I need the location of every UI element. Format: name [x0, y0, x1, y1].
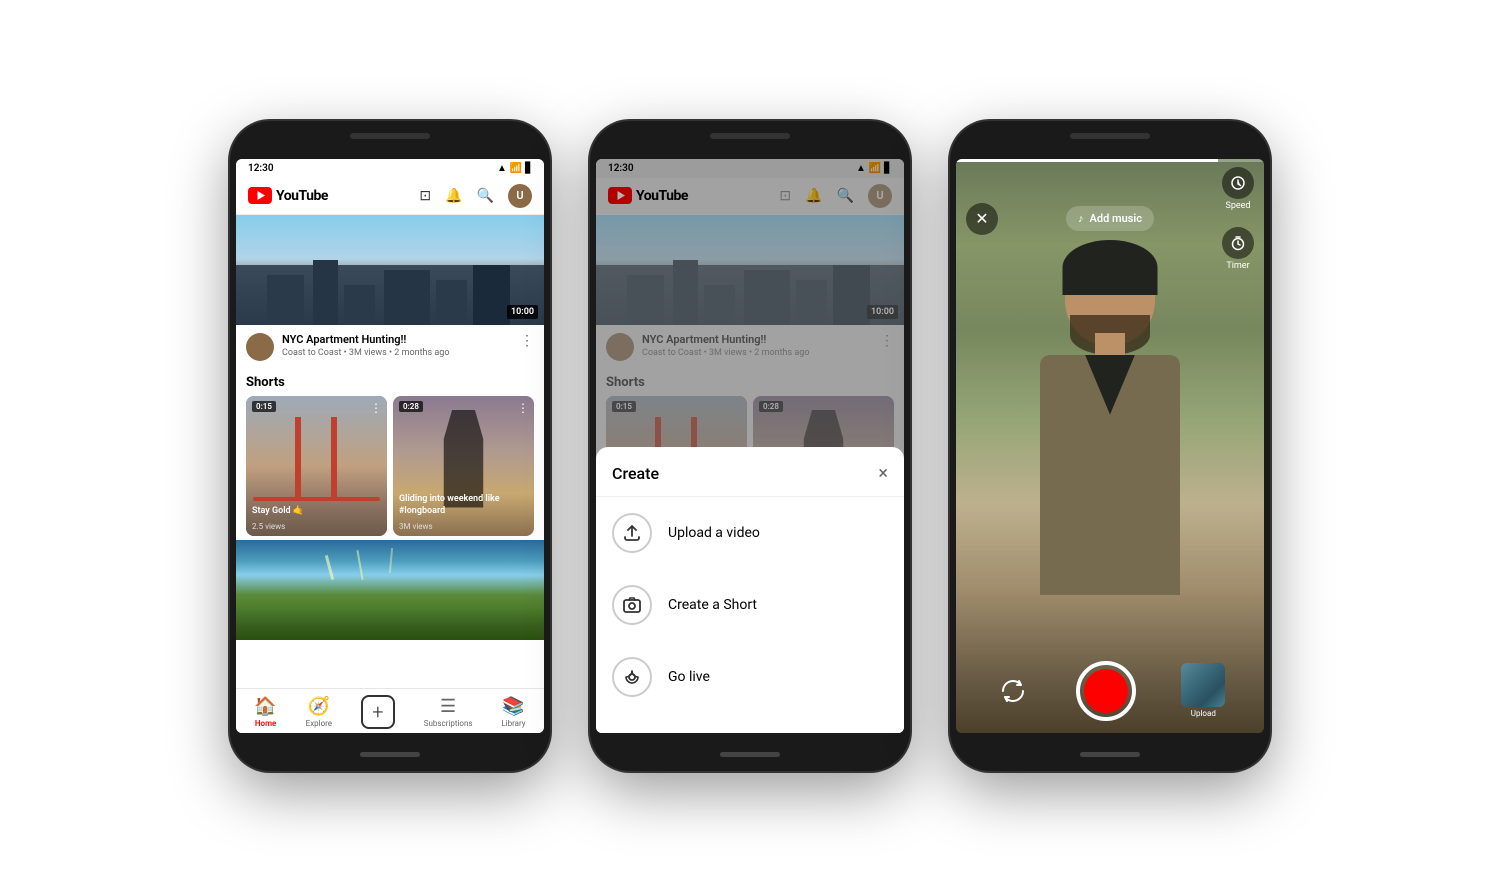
phone-2-screen: 12:30 ▲ 📶 ▋ YouTube: [596, 159, 904, 733]
phone-2-bottom: [720, 752, 780, 757]
video-sub-1: Coast to Coast • 3M views • 2 months ago: [282, 348, 512, 358]
featured-video-thumb-1: 10:00: [236, 215, 544, 325]
nav-explore-label-1: Explore: [306, 719, 332, 728]
modal-short-label: Create a Short: [668, 597, 757, 613]
signal-icon: 📶: [510, 163, 522, 174]
modal-item-short[interactable]: Create a Short: [596, 569, 904, 641]
add-music-label: Add music: [1090, 212, 1142, 225]
camera-right-tools: Speed Timer: [1222, 167, 1254, 271]
upload-label: Upload: [1191, 709, 1216, 718]
short-duration-1a: 0:15: [252, 401, 276, 412]
nav-subscriptions-1[interactable]: ☰ Subscriptions: [424, 696, 473, 728]
more-icon-1[interactable]: ⋮: [520, 333, 534, 349]
library-icon-1: 📚: [502, 696, 524, 717]
speed-tool-group: Speed: [1222, 167, 1254, 211]
subscriptions-icon-1: ☰: [440, 696, 456, 717]
yt-logo-1: YouTube: [248, 187, 328, 204]
shorts-section-1: Shorts 0:15 ⋮ Stay Gold 🤙 2.5 views: [236, 369, 544, 540]
shorts-title-1: Shorts: [246, 375, 534, 390]
camera-bottom-bar: Upload: [956, 661, 1264, 721]
short-label-1a: Stay Gold 🤙: [252, 506, 381, 518]
timer-tool-group: Timer: [1222, 227, 1254, 271]
nav-create-1[interactable]: +: [361, 695, 395, 729]
nav-library-label-1: Library: [501, 719, 525, 728]
record-button[interactable]: [1076, 661, 1136, 721]
shorts-row-1: 0:15 ⋮ Stay Gold 🤙 2.5 views 0:28 ⋮ Glid…: [246, 396, 534, 536]
nav-explore-1[interactable]: 🧭 Explore: [306, 696, 332, 728]
short-duration-1b: 0:28: [399, 401, 423, 412]
phone-1: 12:30 ▲ 📶 ▋ YouTube ⊡ 🔔: [230, 121, 550, 771]
video-info-1: NYC Apartment Hunting!! Coast to Coast •…: [236, 325, 544, 369]
modal-title: Create: [612, 464, 659, 483]
yt-logo-text-1: YouTube: [276, 188, 328, 204]
modal-item-live[interactable]: Go live: [596, 641, 904, 713]
modal-overlay-2: Create × Upload a video: [596, 159, 904, 733]
youtube-logo-icon: [248, 187, 272, 204]
bell-icon-1[interactable]: 🔔: [445, 188, 462, 204]
cast-icon-1[interactable]: ⊡: [419, 188, 431, 204]
short-views-1a: 2.5 views: [252, 522, 285, 531]
explore-icon-1: 🧭: [308, 696, 330, 717]
modal-close-button[interactable]: ×: [878, 463, 888, 484]
nav-library-1[interactable]: 📚 Library: [501, 696, 525, 728]
short-more-1b[interactable]: ⋮: [517, 401, 529, 415]
phone-3: ✕ ♪ Add music Speed: [950, 121, 1270, 771]
short-card-1a[interactable]: 0:15 ⋮ Stay Gold 🤙 2.5 views: [246, 396, 387, 536]
timer-label: Timer: [1226, 261, 1249, 271]
modal-upload-label: Upload a video: [668, 525, 760, 541]
wifi-icon: ▲: [497, 163, 507, 174]
phones-container: 12:30 ▲ 📶 ▋ YouTube ⊡ 🔔: [0, 0, 1500, 891]
short-label-1b: Gliding into weekend like #longboard: [399, 494, 528, 517]
battery-icon: ▋: [525, 163, 532, 174]
upload-thumbnail[interactable]: [1181, 663, 1225, 707]
create-modal: Create × Upload a video: [596, 447, 904, 733]
phone-1-bottom: [360, 752, 420, 757]
modal-live-label: Go live: [668, 669, 710, 685]
speed-button[interactable]: [1222, 167, 1254, 199]
camera-top-bar: ✕ ♪ Add music Speed: [956, 159, 1264, 279]
create-plus-icon-1: +: [361, 695, 395, 729]
record-inner-circle: [1084, 669, 1128, 713]
camera-close-button[interactable]: ✕: [966, 203, 998, 235]
phone-3-bottom: [1080, 752, 1140, 757]
yt-header-icons-1: ⊡ 🔔 🔍 U: [419, 184, 532, 208]
live-icon: [612, 657, 652, 697]
search-icon-1[interactable]: 🔍: [477, 188, 494, 204]
timer-button[interactable]: [1222, 227, 1254, 259]
status-icons-1: ▲ 📶 ▋: [497, 163, 532, 174]
add-music-button[interactable]: ♪ Add music: [1066, 206, 1154, 231]
camera-icon: [612, 585, 652, 625]
status-bar-1: 12:30 ▲ 📶 ▋: [236, 159, 544, 178]
nav-subscriptions-label-1: Subscriptions: [424, 719, 473, 728]
landscape-thumb-1: [236, 540, 544, 640]
modal-item-upload[interactable]: Upload a video: [596, 497, 904, 569]
modal-header: Create ×: [596, 463, 904, 497]
phone-2: 12:30 ▲ 📶 ▋ YouTube: [590, 121, 910, 771]
video-duration-1: 10:00: [507, 305, 538, 319]
yt-header-1: YouTube ⊡ 🔔 🔍 U: [236, 178, 544, 215]
upload-section: Upload: [1181, 663, 1225, 718]
building-scene-1: [236, 215, 544, 325]
nav-home-label-1: Home: [255, 719, 276, 728]
status-time-1: 12:30: [248, 163, 274, 174]
avatar-1[interactable]: U: [508, 184, 532, 208]
short-more-1a[interactable]: ⋮: [370, 401, 382, 415]
video-meta-1: NYC Apartment Hunting!! Coast to Coast •…: [282, 333, 512, 358]
short-views-1b: 3M views: [399, 522, 433, 531]
bottom-nav-1: 🏠 Home 🧭 Explore + ☰ Subscriptions 📚 Lib…: [236, 688, 544, 733]
camera-screen: ✕ ♪ Add music Speed: [956, 159, 1264, 733]
upload-icon: [612, 513, 652, 553]
music-note-icon: ♪: [1078, 212, 1084, 225]
video-title-1: NYC Apartment Hunting!!: [282, 333, 512, 347]
channel-avatar-1: [246, 333, 274, 361]
home-icon-1: 🏠: [254, 696, 276, 717]
nav-home-1[interactable]: 🏠 Home: [254, 696, 276, 728]
short-card-1b[interactable]: 0:28 ⋮ Gliding into weekend like #longbo…: [393, 396, 534, 536]
speed-label: Speed: [1225, 201, 1250, 211]
flip-camera-button[interactable]: [995, 673, 1031, 709]
phone-1-screen: 12:30 ▲ 📶 ▋ YouTube ⊡ 🔔: [236, 159, 544, 733]
